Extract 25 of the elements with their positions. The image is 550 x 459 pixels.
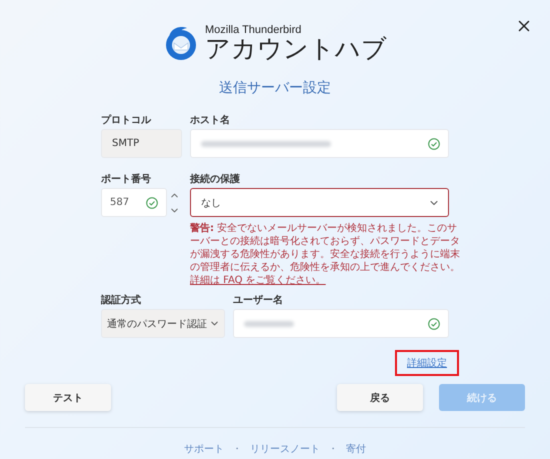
app-title: アカウントハブ [205,36,387,61]
auth-dropdown[interactable]: 通常のパスワード認証 [101,309,225,338]
field-label: ユーザー名 [233,294,284,308]
username-field[interactable] [233,309,449,338]
field-label: 認証方式 [101,293,142,308]
field-label: 接続の保護 [190,172,241,187]
page-heading: 送信サーバー設定 [219,79,331,97]
separator-dot: ・ [328,443,338,456]
field-label: ホスト名 [190,114,231,128]
logo-icon [163,24,199,60]
check-icon [428,138,440,150]
check-icon [428,318,440,330]
port-field[interactable]: 587 [101,188,167,217]
host-field[interactable] [190,129,449,158]
action-button[interactable]: テスト [25,384,111,411]
check-icon [146,196,158,208]
field-label: ポート番号 [101,172,152,187]
separator-dot: ・ [232,443,242,456]
product-name: Mozilla Thunderbird [205,24,302,36]
action-button[interactable]: 戻る [337,384,423,411]
advanced-settings-link[interactable]: 詳細設定 [395,350,459,376]
field-label: プロトコル [101,113,152,128]
security-dropdown[interactable]: なし [190,188,449,217]
faq-link[interactable]: 詳細は FAQ をご覧ください。 [190,275,326,286]
warning-text: 警告: 安全でないメールサーバーが検知されました。このサーバーとの接続は暗号化されておらず、パスワードとデータが漏洩する危険性があります。安全な接続を行うように端末の管理者に伝えるか、危険性を承知の上で進んでください。 詳細は FAQ をご覧ください。 [190,222,461,287]
